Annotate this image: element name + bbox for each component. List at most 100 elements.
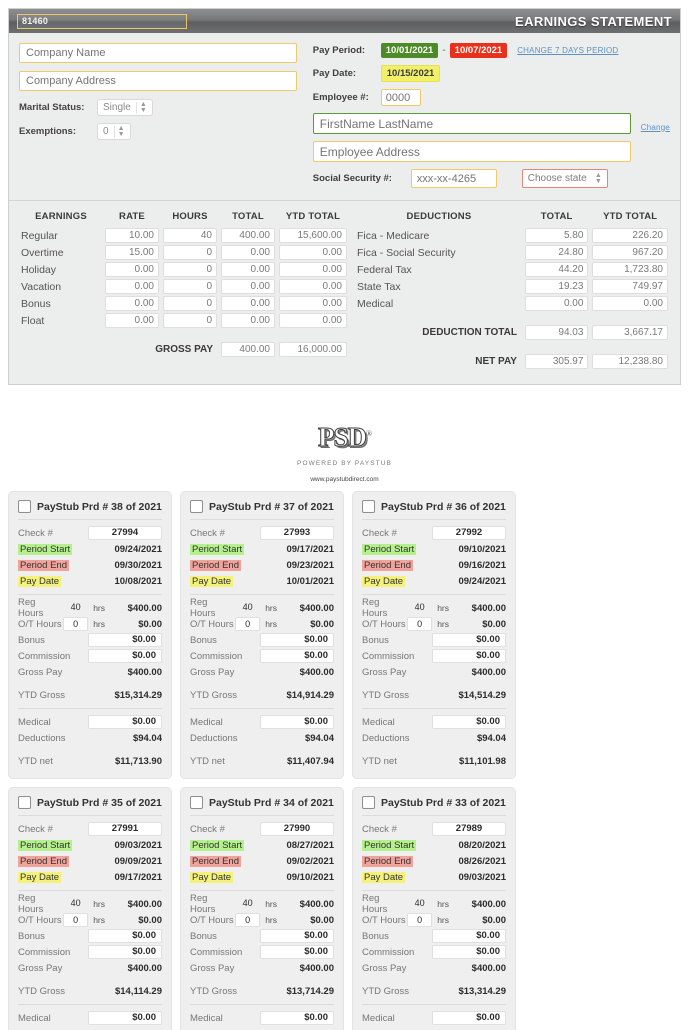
check-number-value[interactable]: 27990 — [260, 822, 334, 836]
commission-value[interactable]: $0.00 — [432, 649, 506, 663]
earnings-row-rate[interactable]: 0.00 — [105, 296, 159, 311]
earnings-row-hours[interactable]: 40 — [163, 228, 217, 243]
pay-date-chip[interactable]: 10/15/2021 — [380, 65, 441, 82]
marital-status-select[interactable]: Single ▲ ▼ — [97, 99, 153, 116]
earnings-row-hours[interactable]: 0 — [163, 262, 217, 277]
employee-number-input[interactable] — [380, 89, 421, 106]
net-pay-value[interactable]: 305.97 — [524, 354, 589, 369]
earnings-row-hours[interactable]: 0 — [163, 279, 217, 294]
pay-date-value[interactable]: 09/24/2021 — [458, 576, 506, 587]
pay-date-value[interactable]: 09/17/2021 — [114, 872, 162, 883]
earnings-row-rate[interactable]: 10.00 — [105, 228, 159, 243]
period-start-value[interactable]: 09/10/2021 — [458, 544, 506, 555]
period-start-value[interactable]: 08/27/2021 — [286, 840, 334, 851]
deductions-row-total[interactable]: 24.80 — [524, 245, 589, 260]
commission-value[interactable]: $0.00 — [260, 945, 334, 959]
ot-hours-value[interactable]: 0 — [235, 617, 261, 631]
deductions-row-ytd[interactable]: 0.00 — [592, 296, 668, 311]
earnings-row-rate[interactable]: 15.00 — [105, 245, 159, 260]
paystub-card[interactable]: PayStub Prd # 35 of 2021 Check #27991 Peri… — [8, 787, 172, 1030]
ot-hours-value[interactable]: 0 — [407, 913, 433, 927]
earnings-row-rate[interactable]: 0.00 — [105, 313, 159, 328]
period-start-value[interactable]: 09/17/2021 — [286, 544, 334, 555]
pay-date-value[interactable]: 10/08/2021 — [114, 576, 162, 587]
ssn-input[interactable] — [410, 169, 497, 188]
company-address-input[interactable] — [19, 71, 297, 91]
deductions-row-ytd[interactable]: 226.20 — [592, 228, 668, 243]
change-7-days-period-link[interactable]: CHANGE 7 DAYS PERIOD — [517, 46, 618, 55]
exemptions-stepper[interactable]: 0 ▲ ▼ — [97, 123, 131, 140]
earnings-row-total[interactable]: 0.00 — [221, 313, 275, 328]
paystub-checkbox[interactable] — [18, 500, 31, 513]
website-url[interactable]: www.paystubdirect.com — [0, 476, 689, 483]
reg-hours-value[interactable]: 40 — [63, 897, 88, 911]
reg-hours-value[interactable]: 40 — [63, 601, 88, 615]
paystub-checkbox[interactable] — [190, 500, 203, 513]
earnings-row-hours[interactable]: 0 — [163, 313, 217, 328]
bonus-value[interactable]: $0.00 — [432, 633, 506, 647]
earnings-row-ytd[interactable]: 0.00 — [279, 245, 347, 260]
earnings-row-ytd[interactable]: 0.00 — [279, 313, 347, 328]
period-end-value[interactable]: 09/16/2021 — [458, 560, 506, 571]
check-number-value[interactable]: 27992 — [432, 526, 506, 540]
deductions-row-total[interactable]: 5.80 — [524, 228, 589, 243]
check-number-value[interactable]: 27991 — [88, 822, 162, 836]
reg-hours-value[interactable]: 40 — [235, 897, 260, 911]
pay-date-value[interactable]: 09/03/2021 — [458, 872, 506, 883]
period-end-value[interactable]: 09/30/2021 — [114, 560, 162, 571]
earnings-row-total[interactable]: 0.00 — [221, 279, 275, 294]
commission-value[interactable]: $0.00 — [260, 649, 334, 663]
period-end-value[interactable]: 09/02/2021 — [286, 856, 334, 867]
earnings-row-ytd[interactable]: 0.00 — [279, 279, 347, 294]
medical-value[interactable]: $0.00 — [260, 715, 334, 729]
ot-hours-value[interactable]: 0 — [235, 913, 261, 927]
commission-value[interactable]: $0.00 — [88, 945, 162, 959]
bonus-value[interactable]: $0.00 — [260, 929, 334, 943]
reg-hours-value[interactable]: 40 — [407, 601, 432, 615]
deductions-row-ytd[interactable]: 967.20 — [592, 245, 668, 260]
check-number-value[interactable]: 27993 — [260, 526, 334, 540]
medical-value[interactable]: $0.00 — [432, 715, 506, 729]
earnings-row-ytd[interactable]: 0.00 — [279, 262, 347, 277]
period-start-value[interactable]: 09/03/2021 — [114, 840, 162, 851]
employee-name-input[interactable] — [312, 113, 631, 134]
earnings-row-hours[interactable]: 0 — [163, 296, 217, 311]
bonus-value[interactable]: $0.00 — [432, 929, 506, 943]
deductions-row-ytd[interactable]: 1,723.80 — [592, 262, 668, 277]
gross-pay-ytd[interactable]: 16,000.00 — [279, 342, 347, 357]
net-pay-ytd[interactable]: 12,238.80 — [592, 354, 668, 369]
period-start-value[interactable]: 09/24/2021 — [114, 544, 162, 555]
ot-hours-value[interactable]: 0 — [63, 617, 89, 631]
earnings-row-rate[interactable]: 0.00 — [105, 262, 159, 277]
change-employee-link[interactable]: Change — [641, 123, 670, 132]
reg-hours-value[interactable]: 40 — [235, 601, 260, 615]
period-start-value[interactable]: 08/20/2021 — [458, 840, 506, 851]
ot-hours-value[interactable]: 0 — [407, 617, 433, 631]
medical-value[interactable]: $0.00 — [88, 715, 162, 729]
check-number-value[interactable]: 27994 — [88, 526, 162, 540]
paystub-card[interactable]: PayStub Prd # 38 of 2021 Check #27994 Peri… — [8, 491, 172, 779]
check-number-value[interactable]: 27989 — [432, 822, 506, 836]
earnings-row-hours[interactable]: 0 — [163, 245, 217, 260]
period-end-value[interactable]: 08/26/2021 — [458, 856, 506, 867]
statement-id-field[interactable]: 81460 — [17, 13, 187, 29]
paystub-checkbox[interactable] — [362, 500, 375, 513]
pay-period-start-chip[interactable]: 10/01/2021 — [380, 43, 439, 58]
earnings-row-ytd[interactable]: 0.00 — [279, 296, 347, 311]
pay-date-value[interactable]: 10/01/2021 — [286, 576, 334, 587]
paystub-card[interactable]: PayStub Prd # 34 of 2021 Check #27990 Peri… — [180, 787, 344, 1030]
paystub-checkbox[interactable] — [190, 796, 203, 809]
period-end-value[interactable]: 09/09/2021 — [114, 856, 162, 867]
medical-value[interactable]: $0.00 — [432, 1011, 506, 1025]
period-end-value[interactable]: 09/23/2021 — [286, 560, 334, 571]
deductions-row-total[interactable]: 44.20 — [524, 262, 589, 277]
paystub-card[interactable]: PayStub Prd # 33 of 2021 Check #27989 Peri… — [352, 787, 516, 1030]
bonus-value[interactable]: $0.00 — [88, 929, 162, 943]
paystub-checkbox[interactable] — [362, 796, 375, 809]
medical-value[interactable]: $0.00 — [260, 1011, 334, 1025]
state-select[interactable]: Choose state ▲ ▼ — [521, 169, 608, 188]
earnings-row-total[interactable]: 0.00 — [221, 296, 275, 311]
medical-value[interactable]: $0.00 — [88, 1011, 162, 1025]
paystub-checkbox[interactable] — [18, 796, 31, 809]
earnings-row-total[interactable]: 0.00 — [221, 262, 275, 277]
